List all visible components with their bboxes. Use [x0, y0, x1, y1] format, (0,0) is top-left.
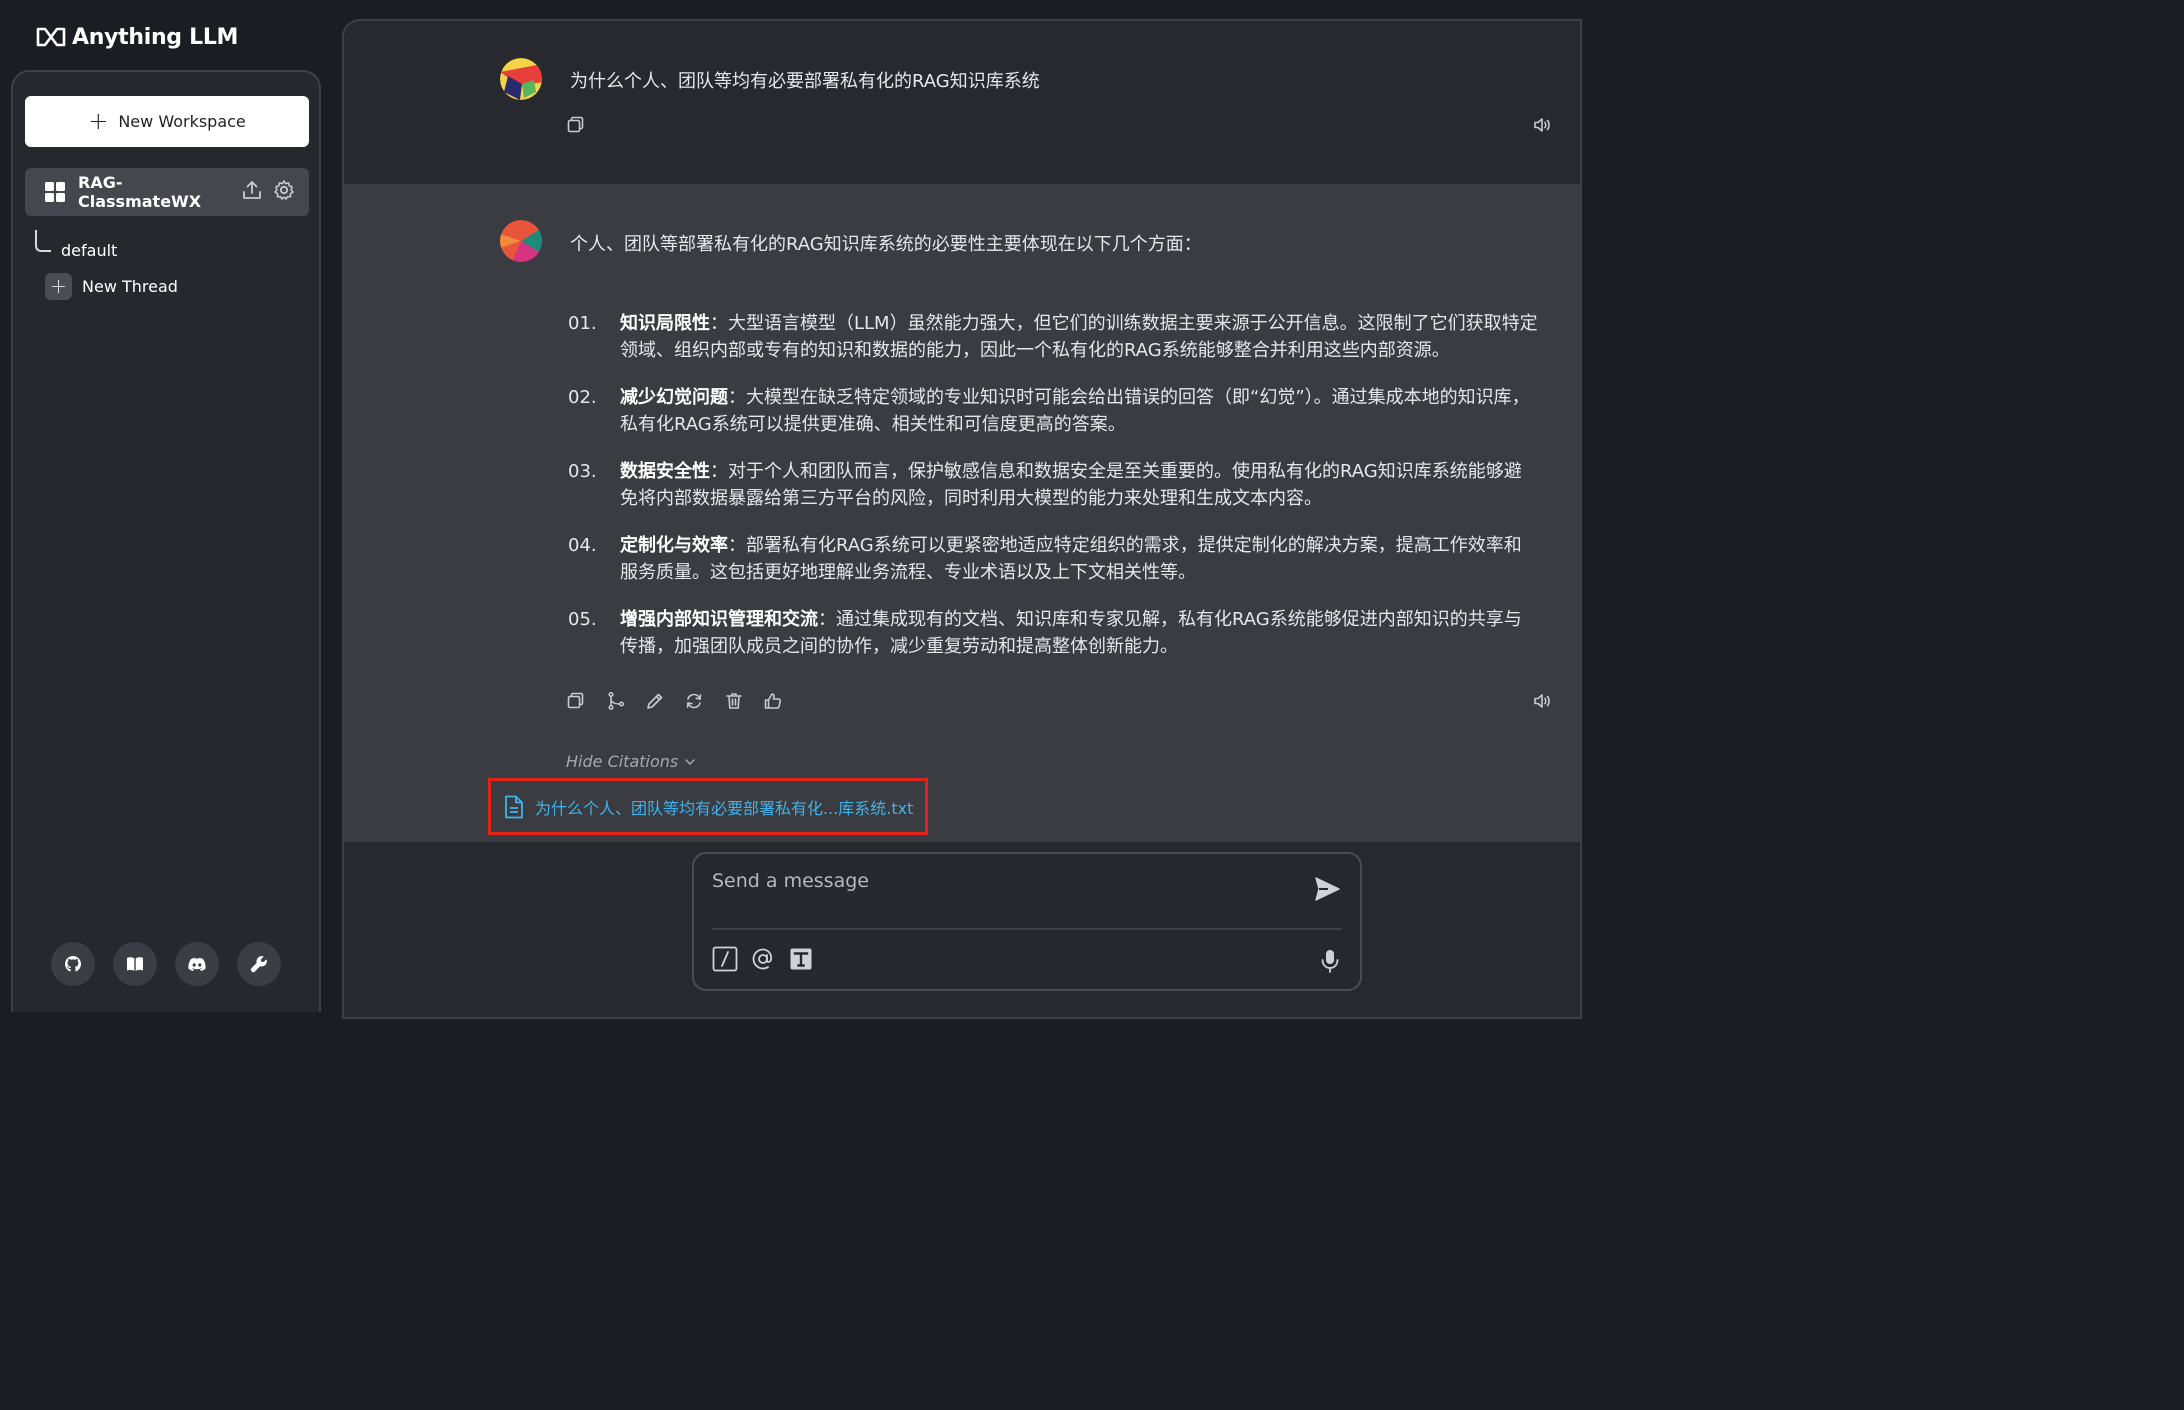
wrench-icon[interactable] — [237, 942, 281, 986]
assistant-avatar — [500, 220, 542, 262]
regenerate-icon[interactable] — [684, 691, 704, 711]
settings-gear-icon[interactable] — [273, 179, 295, 205]
discord-icon[interactable] — [175, 942, 219, 986]
thumbs-up-icon[interactable] — [763, 691, 783, 711]
list-number: 03. — [568, 461, 597, 482]
list-number: 04. — [568, 535, 597, 556]
new-workspace-label: New Workspace — [118, 112, 246, 131]
workspace-item[interactable]: RAG-ClassmateWX — [25, 168, 309, 216]
thread-branch-line — [35, 230, 51, 252]
slash-command-icon[interactable] — [712, 946, 738, 972]
chevron-down-icon — [685, 758, 695, 765]
speaker-icon[interactable] — [1532, 115, 1552, 135]
brand-logo: Anything LLM — [36, 22, 238, 52]
list-title: 定制化与效率 — [620, 535, 728, 556]
microphone-icon[interactable] — [1318, 948, 1342, 974]
list-item: 02. 减少幻觉问题：大模型在缺乏特定领域的专业知识时可能会给出错误的回答（即“… — [568, 384, 1538, 438]
text-format-icon[interactable] — [788, 946, 814, 972]
citation-file-name: 为什么个人、团队等均有必要部署私有化...库系统.txt — [535, 798, 914, 818]
list-number: 02. — [568, 387, 597, 408]
citation-file-link[interactable]: 为什么个人、团队等均有必要部署私有化...库系统.txt — [488, 778, 928, 835]
copy-icon[interactable] — [566, 691, 586, 711]
message-composer — [692, 852, 1362, 991]
app-window: Anything LLM + New Workspace RAG-Classma… — [0, 0, 1582, 1019]
document-icon — [505, 795, 523, 818]
message-input[interactable] — [712, 866, 1282, 896]
list-title: 知识局限性 — [620, 313, 710, 334]
book-icon[interactable] — [113, 942, 157, 986]
list-title: 增强内部知识管理和交流 — [620, 609, 818, 630]
workspace-actions — [241, 179, 295, 205]
list-text: ：部署私有化RAG系统可以更紧密地适应特定组织的需求，提供定制化的解决方案，提高… — [620, 535, 1522, 583]
assistant-intro-text: 个人、团队等部署私有化的RAG知识库系统的必要性主要体现在以下几个方面： — [570, 234, 1202, 255]
github-icon[interactable] — [51, 942, 95, 986]
new-thread-label: New Thread — [82, 276, 178, 296]
trash-icon[interactable] — [724, 691, 744, 711]
list-number: 01. — [568, 313, 597, 334]
workspace-name: RAG-ClassmateWX — [78, 173, 202, 211]
list-item: 05. 增强内部知识管理和交流：通过集成现有的文档、知识库和专家见解，私有化RA… — [568, 606, 1538, 660]
sidebar: + New Workspace RAG-ClassmateWX default … — [11, 70, 321, 1012]
upload-icon[interactable] — [241, 179, 263, 205]
list-body: 数据安全性：对于个人和团队而言，保护敏感信息和数据安全是至关重要的。使用私有化的… — [620, 458, 1538, 512]
list-item: 01. 知识局限性：大型语言模型（LLM）虽然能力强大，但它们的训练数据主要来源… — [568, 310, 1538, 364]
send-icon[interactable] — [1312, 874, 1342, 904]
new-thread-button[interactable]: + New Thread — [45, 272, 178, 300]
brand-name: Anything LLM — [72, 24, 239, 50]
new-workspace-button[interactable]: + New Workspace — [25, 96, 309, 147]
list-title: 数据安全性 — [620, 461, 710, 482]
assistant-message: 个人、团队等部署私有化的RAG知识库系统的必要性主要体现在以下几个方面： 01.… — [344, 184, 1580, 842]
composer-tools — [712, 946, 814, 972]
list-title: 减少幻觉问题 — [620, 387, 728, 408]
answer-list: 01. 知识局限性：大型语言模型（LLM）虽然能力强大，但它们的训练数据主要来源… — [568, 310, 1538, 680]
at-mention-icon[interactable] — [750, 946, 776, 972]
user-message-text: 为什么个人、团队等均有必要部署私有化的RAG知识库系统 — [570, 71, 1040, 92]
sidebar-footer — [51, 942, 281, 986]
list-number: 05. — [568, 609, 597, 630]
fork-icon[interactable] — [606, 691, 626, 711]
user-avatar — [500, 58, 542, 100]
anythingllm-logo-icon — [36, 27, 66, 47]
user-message: 为什么个人、团队等均有必要部署私有化的RAG知识库系统 — [344, 21, 1580, 184]
thread-item-default[interactable]: default — [35, 218, 117, 260]
list-text: ：对于个人和团队而言，保护敏感信息和数据安全是至关重要的。使用私有化的RAG知识… — [620, 461, 1522, 509]
list-item: 04. 定制化与效率：部署私有化RAG系统可以更紧密地适应特定组织的需求，提供定… — [568, 532, 1538, 586]
composer-divider — [712, 928, 1342, 930]
list-text: ：大型语言模型（LLM）虽然能力强大，但它们的训练数据主要来源于公开信息。这限制… — [620, 313, 1538, 361]
copy-icon[interactable] — [566, 115, 586, 135]
thread-label: default — [61, 241, 118, 260]
list-text: ：大模型在缺乏特定领域的专业知识时可能会给出错误的回答（即“幻觉”）。通过集成本… — [620, 387, 1530, 435]
speaker-icon[interactable] — [1532, 691, 1552, 711]
list-body: 定制化与效率：部署私有化RAG系统可以更紧密地适应特定组织的需求，提供定制化的解… — [620, 532, 1538, 586]
plus-icon: + — [45, 272, 72, 300]
list-body: 减少幻觉问题：大模型在缺乏特定领域的专业知识时可能会给出错误的回答（即“幻觉”）… — [620, 384, 1538, 438]
workspace-grid-icon — [45, 182, 65, 202]
list-item: 03. 数据安全性：对于个人和团队而言，保护敏感信息和数据安全是至关重要的。使用… — [568, 458, 1538, 512]
chat-panel: 为什么个人、团队等均有必要部署私有化的RAG知识库系统 个人、团队等部署私有化的… — [342, 19, 1582, 1019]
edit-pencil-icon[interactable] — [645, 691, 665, 711]
plus-icon: + — [88, 106, 109, 135]
hide-citations-label: Hide Citations — [566, 752, 679, 771]
list-body: 增强内部知识管理和交流：通过集成现有的文档、知识库和专家见解，私有化RAG系统能… — [620, 606, 1538, 660]
hide-citations-toggle[interactable]: Hide Citations — [566, 752, 696, 771]
list-body: 知识局限性：大型语言模型（LLM）虽然能力强大，但它们的训练数据主要来源于公开信… — [620, 310, 1538, 364]
